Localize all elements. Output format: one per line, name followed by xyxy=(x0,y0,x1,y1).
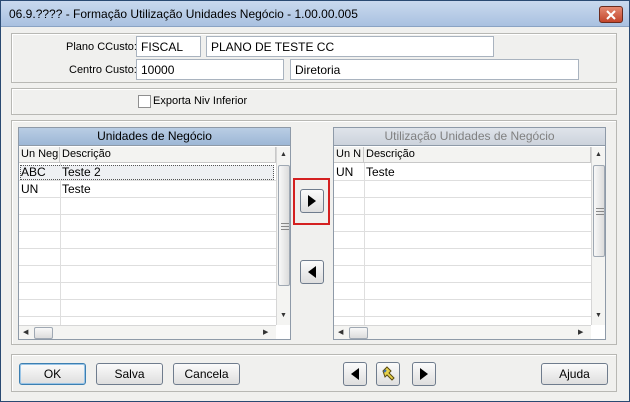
flashlight-icon xyxy=(382,366,395,381)
scroll-down-icon[interactable]: ▼ xyxy=(280,312,287,320)
move-left-button[interactable] xyxy=(300,260,324,284)
window-title: 06.9.???? - Formação Utilização Unidades… xyxy=(9,7,358,21)
dialog-window: 06.9.???? - Formação Utilização Unidades… xyxy=(0,0,630,402)
col-header-un-neg[interactable]: Un Neg xyxy=(19,147,60,163)
col-header-descricao[interactable]: Descrição xyxy=(364,147,591,163)
col-header-descricao[interactable]: Descrição xyxy=(60,147,276,163)
ok-button[interactable]: OK xyxy=(19,363,86,385)
triangle-left-icon xyxy=(308,266,316,278)
scroll-up-icon[interactable]: ▲ xyxy=(280,151,287,159)
scroll-up-icon[interactable]: ▲ xyxy=(595,151,602,159)
right-grid-vscroll-thumb[interactable] xyxy=(593,165,605,257)
left-grid-hscroll-thumb[interactable] xyxy=(34,327,53,339)
title-bar: 06.9.???? - Formação Utilização Unidades… xyxy=(1,1,629,27)
close-button[interactable] xyxy=(599,6,623,23)
table-cell-code[interactable]: UN xyxy=(19,181,60,197)
scroll-left-icon[interactable]: ◀ xyxy=(338,329,343,337)
scroll-right-icon[interactable]: ▶ xyxy=(263,329,268,337)
exporta-niv-inferior-label: Exporta Niv Inferior xyxy=(153,95,248,107)
triangle-right-icon xyxy=(308,195,316,207)
utilizacao-unidades-title: Utilização Unidades de Negócio xyxy=(334,128,605,146)
options-group xyxy=(11,88,617,115)
scroll-down-icon[interactable]: ▼ xyxy=(595,312,602,320)
right-grid-vscroll[interactable]: ▲ ▼ xyxy=(591,147,605,325)
triangle-left-icon xyxy=(351,368,359,380)
table-cell-desc[interactable]: Teste xyxy=(364,164,584,180)
table-cell-code[interactable]: ABC xyxy=(19,164,60,180)
unidades-negocio-grid[interactable]: Unidades de Negócio Un Neg Descrição ABC… xyxy=(18,127,291,340)
close-icon xyxy=(606,9,616,20)
col-header-un-n[interactable]: Un N xyxy=(334,147,364,163)
unidades-negocio-title: Unidades de Negócio xyxy=(19,128,290,146)
table-cell-desc[interactable]: Teste xyxy=(60,181,270,197)
centro-custo-label: Centro Custo: xyxy=(69,64,137,76)
scroll-right-icon[interactable]: ▶ xyxy=(578,329,583,337)
left-grid-vscroll[interactable]: ▲ ▼ xyxy=(276,147,290,325)
search-button[interactable] xyxy=(376,362,400,386)
scroll-left-icon[interactable]: ◀ xyxy=(23,329,28,337)
plano-ccusto-code-field[interactable]: FISCAL xyxy=(136,36,201,57)
move-right-button[interactable] xyxy=(300,189,324,213)
table-cell-desc[interactable]: Teste 2 xyxy=(60,164,270,180)
plano-ccusto-label: Plano CCusto: xyxy=(66,41,137,53)
exporta-niv-inferior-checkbox[interactable] xyxy=(138,95,151,108)
salva-button[interactable]: Salva xyxy=(96,363,163,385)
next-record-button[interactable] xyxy=(412,362,436,386)
triangle-right-icon xyxy=(420,368,428,380)
utilizacao-unidades-grid[interactable]: Utilização Unidades de Negócio Un N Desc… xyxy=(333,127,606,340)
ajuda-button[interactable]: Ajuda xyxy=(541,363,608,385)
centro-custo-desc-field[interactable]: Diretoria xyxy=(290,59,579,80)
right-grid-hscroll-thumb[interactable] xyxy=(349,327,368,339)
centro-custo-code-field[interactable]: 10000 xyxy=(136,59,284,80)
left-grid-vscroll-thumb[interactable] xyxy=(278,165,290,286)
cancela-button[interactable]: Cancela xyxy=(173,363,240,385)
plano-ccusto-desc-field[interactable]: PLANO DE TESTE CC xyxy=(206,36,494,57)
table-cell-code[interactable]: UN xyxy=(334,164,364,180)
left-grid-hscroll[interactable]: ◀ ▶ xyxy=(19,325,276,339)
right-grid-hscroll[interactable]: ◀ ▶ xyxy=(334,325,591,339)
previous-record-button[interactable] xyxy=(343,362,367,386)
